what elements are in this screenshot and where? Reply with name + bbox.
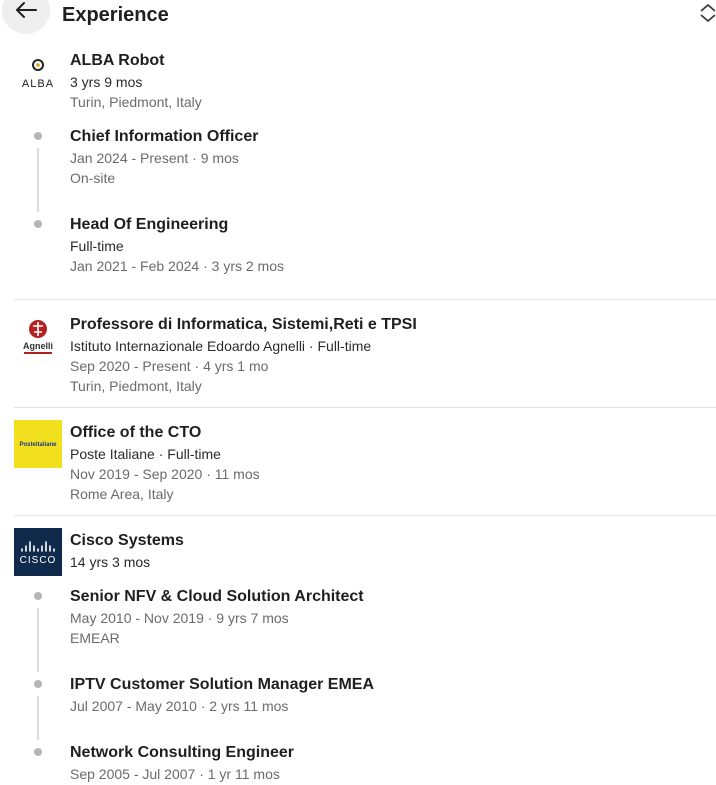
- company-location: Turin, Piedmont, Italy: [70, 94, 202, 110]
- svg-text:Agnelli: Agnelli: [23, 341, 53, 351]
- company-duration: 14 yrs 3 mos: [70, 554, 151, 570]
- poste-italiane-logo[interactable]: Posteitaliane: [14, 420, 62, 468]
- job-dates: Sep 2020 - Present · 4 yrs 1 mo: [70, 358, 269, 374]
- timeline-line: [37, 148, 39, 212]
- role-title[interactable]: Chief Information Officer: [70, 128, 258, 146]
- role-dates: Sep 2005 - Jul 2007 · 1 yr 11 mos: [70, 766, 280, 782]
- job-location: Rome Area, Italy: [70, 486, 174, 502]
- agnelli-logo[interactable]: Agnelli: [14, 312, 62, 360]
- role-detail: On-site: [70, 170, 116, 186]
- timeline-dot: [34, 220, 42, 228]
- timeline-dot: [34, 132, 42, 140]
- page-title: Experience: [62, 4, 169, 26]
- alba-logo-mark: ALBA: [22, 59, 54, 90]
- timeline-dot: [34, 592, 42, 600]
- job-dates: Nov 2019 - Sep 2020 · 11 mos: [70, 466, 260, 482]
- chevron-up-down-icon[interactable]: [698, 2, 716, 24]
- divider: [14, 515, 716, 516]
- role-title[interactable]: IPTV Customer Solution Manager EMEA: [70, 676, 374, 694]
- job-title[interactable]: Professore di Informatica, Sistemi,Reti …: [70, 316, 417, 334]
- company-name[interactable]: ALBA Robot: [70, 52, 165, 70]
- company-duration: 3 yrs 9 mos: [70, 74, 143, 90]
- divider: [14, 299, 716, 300]
- timeline-dot: [34, 680, 42, 688]
- job-organization: Poste Italiane · Full-time: [70, 446, 221, 462]
- role-dates: Jan 2024 - Present · 9 mos: [70, 150, 239, 166]
- role-dates: Jan 2021 - Feb 2024 · 3 yrs 2 mos: [70, 258, 284, 274]
- alba-robot-logo[interactable]: ALBA: [14, 52, 62, 100]
- cisco-logo[interactable]: CISCO: [14, 528, 62, 576]
- role-dates: Jul 2007 - May 2010 · 2 yrs 11 mos: [70, 698, 289, 714]
- role-title[interactable]: Network Consulting Engineer: [70, 744, 294, 762]
- role-title[interactable]: Head Of Engineering: [70, 216, 228, 234]
- back-button[interactable]: [2, 0, 50, 34]
- arrow-left-icon: [16, 2, 37, 18]
- divider: [14, 407, 716, 408]
- agnelli-logo-mark: Agnelli: [23, 320, 53, 354]
- role-dates: May 2010 - Nov 2019 · 9 yrs 7 mos: [70, 610, 289, 626]
- svg-text:CISCO: CISCO: [20, 555, 57, 566]
- timeline-line: [37, 608, 39, 672]
- role-detail: EMEAR: [70, 630, 120, 646]
- role-type: Full-time: [70, 238, 124, 254]
- poste-logo-mark: Posteitaliane: [19, 442, 57, 448]
- job-location: Turin, Piedmont, Italy: [70, 378, 202, 394]
- svg-text:Posteitaliane: Posteitaliane: [19, 442, 57, 448]
- job-title[interactable]: Office of the CTO: [70, 424, 201, 442]
- timeline-line: [37, 696, 39, 740]
- role-title[interactable]: Senior NFV & Cloud Solution Architect: [70, 588, 364, 606]
- timeline-dot: [34, 748, 42, 756]
- company-name[interactable]: Cisco Systems: [70, 532, 184, 550]
- cisco-logo-mark: CISCO: [20, 541, 57, 566]
- svg-text:ALBA: ALBA: [22, 78, 54, 90]
- job-organization: Istituto Internazionale Edoardo Agnelli …: [70, 338, 372, 354]
- top-bar: Experience: [0, 0, 716, 34]
